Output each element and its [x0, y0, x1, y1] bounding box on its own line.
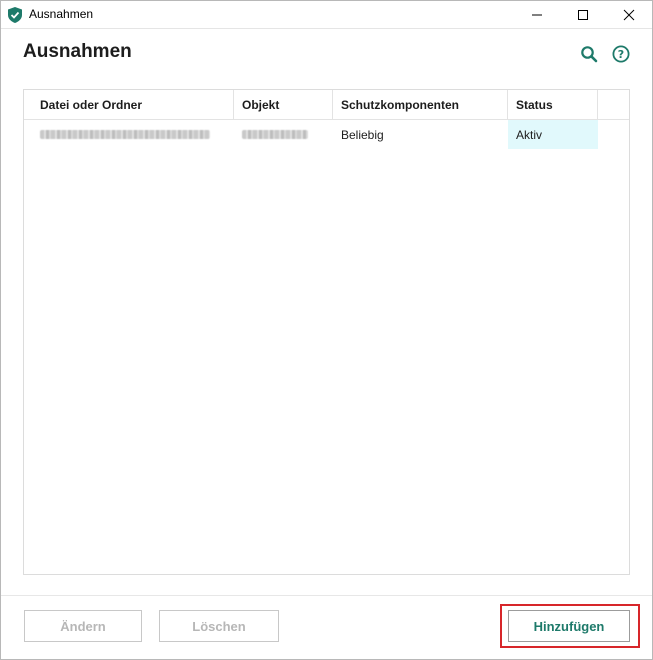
blurred-file-path	[40, 130, 210, 139]
column-header-status[interactable]: Status	[508, 90, 598, 119]
blurred-object	[242, 130, 308, 139]
column-header-file[interactable]: Datei oder Ordner	[32, 90, 234, 119]
cell-object	[234, 120, 333, 149]
table-row[interactable]: Beliebig Aktiv	[24, 120, 629, 149]
help-icon[interactable]: ?	[612, 45, 630, 63]
svg-text:?: ?	[618, 48, 624, 61]
maximize-icon	[578, 9, 588, 20]
table-header: Datei oder Ordner Objekt Schutzkomponent…	[24, 90, 629, 120]
column-header-components[interactable]: Schutzkomponenten	[333, 90, 508, 119]
delete-button[interactable]: Löschen	[159, 610, 279, 642]
close-button[interactable]	[606, 1, 652, 28]
column-header-spacer	[598, 90, 629, 119]
page-title: Ausnahmen	[23, 41, 132, 62]
exclusions-window: Ausnahmen Ausnahmen ? Datei oder Ordner …	[0, 0, 653, 660]
search-icon[interactable]	[580, 45, 598, 63]
cell-components: Beliebig	[341, 128, 384, 142]
edit-button[interactable]: Ändern	[24, 610, 142, 642]
exclusions-table: Datei oder Ordner Objekt Schutzkomponent…	[23, 89, 630, 575]
shield-check-icon	[8, 7, 22, 23]
title-separator	[1, 28, 652, 29]
cell-file	[32, 120, 234, 149]
column-header-object[interactable]: Objekt	[234, 90, 333, 119]
window-title: Ausnahmen	[29, 7, 94, 21]
add-button-highlight	[500, 604, 640, 648]
minimize-button[interactable]	[514, 1, 560, 28]
footer-separator	[1, 595, 652, 596]
maximize-button[interactable]	[560, 1, 606, 28]
cell-status: Aktiv	[508, 120, 598, 149]
close-icon	[623, 9, 635, 20]
title-bar: Ausnahmen	[1, 1, 652, 28]
minimize-icon	[532, 14, 542, 15]
